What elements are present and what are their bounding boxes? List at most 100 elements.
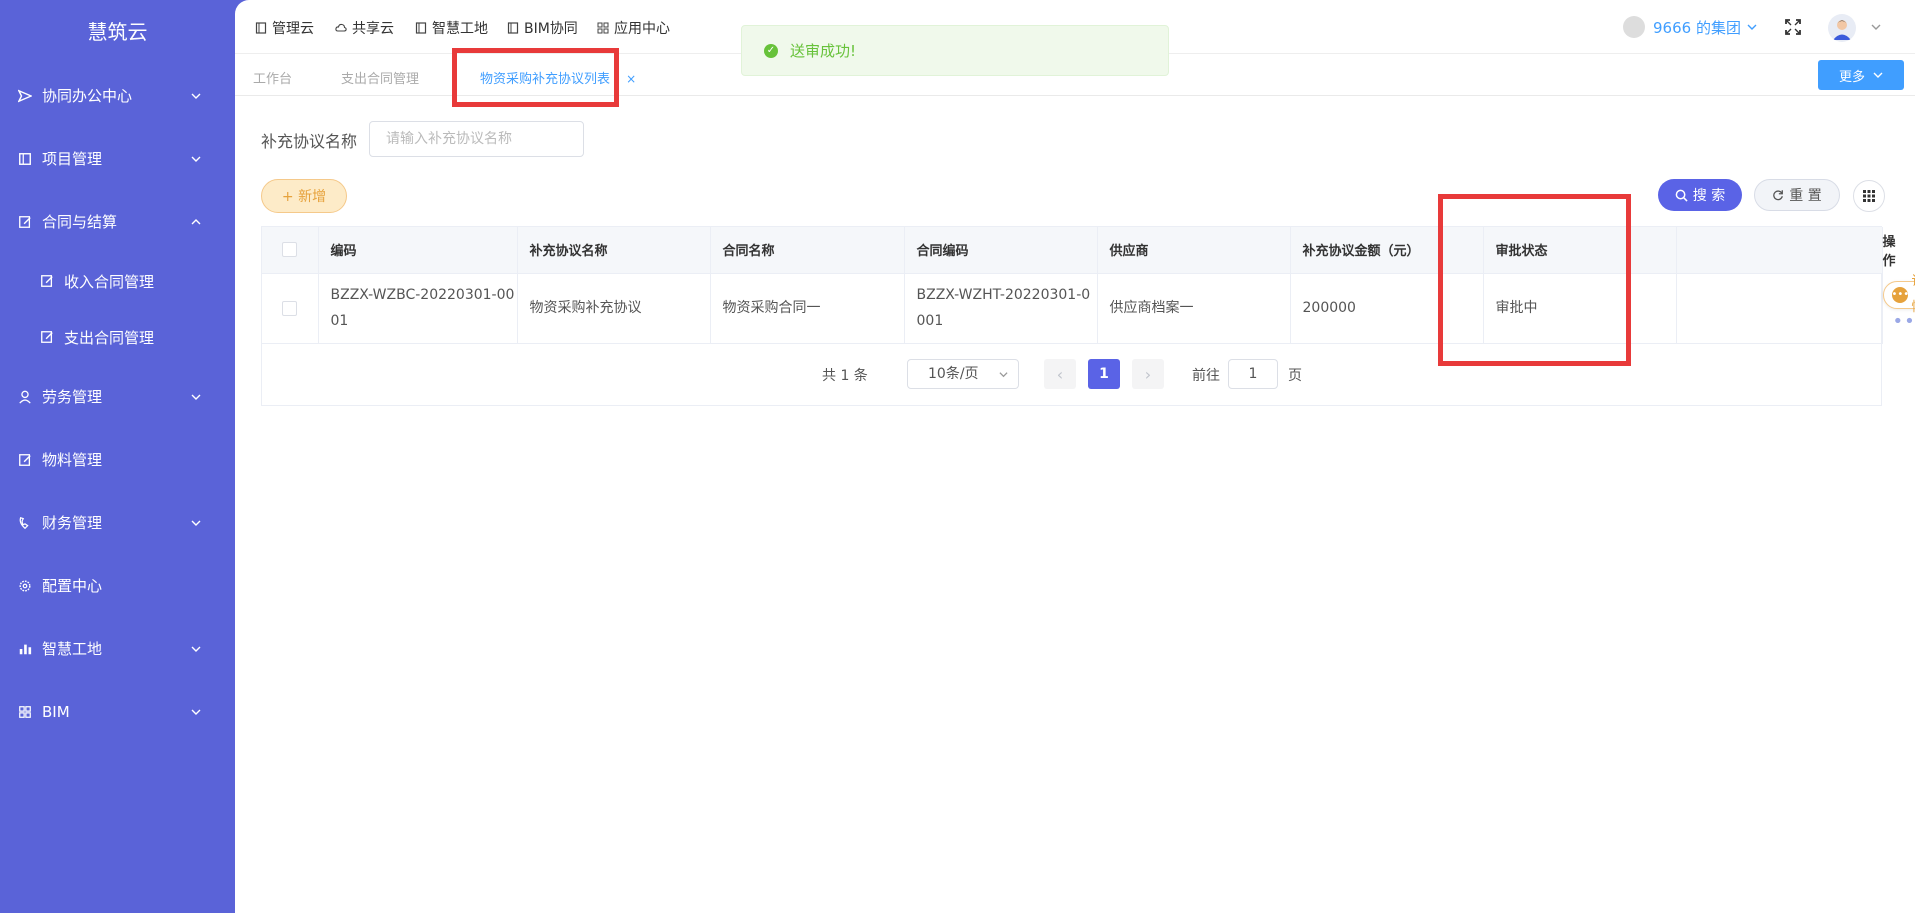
- sidebar-item-label: 合同与结算: [42, 213, 118, 231]
- topnav-item-bim[interactable]: BIM协同: [507, 18, 578, 38]
- cell-contract-code: BZZX-WZHT-20220301-0001: [904, 273, 1098, 344]
- search-button[interactable]: 搜 索: [1658, 179, 1742, 211]
- cloud-icon: [335, 23, 347, 32]
- column-header-code: 编码: [318, 227, 518, 274]
- edit-icon: [19, 453, 31, 466]
- group-avatar-icon: [1623, 16, 1645, 38]
- sidebar-item-label: 劳务管理: [42, 388, 103, 406]
- close-icon[interactable]: ×: [626, 72, 636, 86]
- send-icon: [18, 89, 32, 102]
- row-select-cell[interactable]: [262, 273, 319, 344]
- cell-contract-name: 物资采购合同一: [710, 273, 905, 344]
- prev-page-button[interactable]: ‹: [1044, 359, 1076, 389]
- sidebar-item-labor[interactable]: 劳务管理: [0, 365, 235, 428]
- edit-icon: [41, 331, 53, 343]
- more-dots-icon: •••: [1891, 287, 1909, 303]
- chevron-down-icon: [191, 394, 201, 400]
- sidebar-item-label: BIM: [42, 702, 70, 721]
- pagination: 共 1 条 10条/页 ‹ 1 › 前往 页: [262, 359, 1882, 391]
- supplement-name-input[interactable]: [369, 121, 584, 157]
- chevron-down-icon: [191, 156, 201, 162]
- sidebar-subitem-expense-contract[interactable]: 支出合同管理: [0, 309, 235, 365]
- doc-icon: [507, 22, 519, 34]
- sidebar-item-config[interactable]: 配置中心: [0, 554, 235, 617]
- topnav-item-label: 共享云: [352, 21, 394, 37]
- topnav-item-share-cloud[interactable]: 共享云: [335, 18, 394, 38]
- cell-code: BZZX-WZBC-20220301-0001: [318, 273, 518, 344]
- topnav-item-label: 应用中心: [614, 21, 670, 37]
- sidebar-subitem-label: 收入合同管理: [64, 272, 155, 291]
- sidebar-item-contract[interactable]: 合同与结算: [0, 190, 235, 253]
- goto-prefix: 前往: [1192, 368, 1220, 384]
- row-checkbox[interactable]: [282, 300, 298, 316]
- sidebar-item-smart-site[interactable]: 智慧工地: [0, 617, 235, 680]
- doc-icon: [255, 22, 267, 34]
- page-size-value: 10条/页: [928, 366, 979, 382]
- reset-button[interactable]: 重 置: [1754, 179, 1840, 211]
- worker-icon: [19, 390, 31, 404]
- cell-amount: 200000: [1290, 273, 1484, 344]
- tab-material-supplement-list[interactable]: 物资采购补充协议列表 ×: [480, 68, 636, 87]
- column-header-status: 审批状态: [1483, 227, 1677, 274]
- more-button[interactable]: 更多: [1818, 60, 1904, 90]
- chevron-down-icon: [1747, 24, 1757, 30]
- tab-expense-contract[interactable]: 支出合同管理: [341, 68, 419, 87]
- cell-supplier: 供应商档案一: [1097, 273, 1291, 344]
- page-number-current[interactable]: 1: [1088, 359, 1120, 389]
- success-toast: ✓ 送审成功!: [741, 25, 1169, 76]
- cell-blank: [1676, 273, 1883, 344]
- apps-icon: [597, 22, 609, 34]
- next-page-button[interactable]: ›: [1132, 359, 1164, 389]
- table-row: BZZX-WZBC-20220301-0001 物资采购补充协议 物资采购合同一…: [262, 273, 1915, 344]
- cell-supplement-name: 物资采购补充协议: [517, 273, 711, 344]
- page-size-select[interactable]: 10条/页: [907, 359, 1019, 389]
- add-button-label: + 新增: [281, 189, 327, 205]
- column-header-contract-name: 合同名称: [710, 227, 905, 274]
- topnav-item-label: BIM协同: [524, 21, 578, 37]
- topnav-item-app-center[interactable]: 应用中心: [597, 18, 670, 38]
- refresh-icon: [1773, 190, 1784, 201]
- chevron-down-icon: [191, 709, 201, 715]
- chevron-right-icon: ›: [1144, 364, 1152, 384]
- chevron-down-icon[interactable]: [1871, 22, 1881, 32]
- tab-label: 工作台: [253, 72, 293, 87]
- goto-page-input[interactable]: [1228, 359, 1278, 389]
- search-label: 补充协议名称: [261, 132, 358, 151]
- select-all-checkbox[interactable]: [282, 242, 298, 258]
- chevron-down-icon: [191, 93, 201, 99]
- sidebar-item-collab-office[interactable]: 协同办公中心: [0, 64, 235, 127]
- sidebar-item-bim[interactable]: BIM: [0, 680, 235, 743]
- edit-icon: [19, 215, 31, 228]
- sidebar-subitem-income-contract[interactable]: 收入合同管理: [0, 253, 235, 309]
- column-header-supplier: 供应商: [1097, 227, 1291, 274]
- tab-label: 支出合同管理: [341, 72, 420, 87]
- select-all-cell[interactable]: [262, 227, 319, 274]
- sidebar-item-project[interactable]: 项目管理: [0, 127, 235, 190]
- topnav-item-label: 管理云: [272, 21, 314, 37]
- sidebar-item-label: 财务管理: [42, 514, 103, 532]
- tab-label: 物资采购补充协议列表: [480, 72, 611, 87]
- detail-button[interactable]: ••• 详情: [1882, 274, 1915, 315]
- column-settings-button[interactable]: [1853, 180, 1885, 212]
- topnav-item-smart-site[interactable]: 智慧工地: [415, 18, 488, 38]
- fullscreen-icon[interactable]: [1784, 18, 1802, 36]
- chevron-down-icon: [191, 646, 201, 652]
- add-button[interactable]: + 新增: [261, 179, 347, 213]
- chevron-down-icon: [999, 372, 1008, 378]
- bar-chart-icon: [19, 644, 32, 654]
- sidebar-item-material[interactable]: 物料管理: [0, 428, 235, 491]
- check-icon: ✓: [764, 43, 778, 58]
- ellipsis-icon[interactable]: •••: [1893, 309, 1915, 335]
- topnav-item-management-cloud[interactable]: 管理云: [255, 18, 314, 38]
- column-header-supplement-name: 补充协议名称: [517, 227, 711, 274]
- gear-icon: [19, 579, 31, 592]
- tab-workbench[interactable]: 工作台: [253, 68, 292, 87]
- group-selector[interactable]: 9666 的集团: [1623, 16, 1757, 38]
- sidebar-item-label: 项目管理: [42, 150, 103, 168]
- sidebar-item-finance[interactable]: 财务管理: [0, 491, 235, 554]
- cell-status: 审批中: [1483, 273, 1677, 344]
- chevron-left-icon: ‹: [1056, 364, 1064, 384]
- sidebar-item-label: 协同办公中心: [42, 87, 133, 105]
- more-button-label: 更多: [1838, 69, 1865, 85]
- user-avatar[interactable]: [1828, 14, 1856, 42]
